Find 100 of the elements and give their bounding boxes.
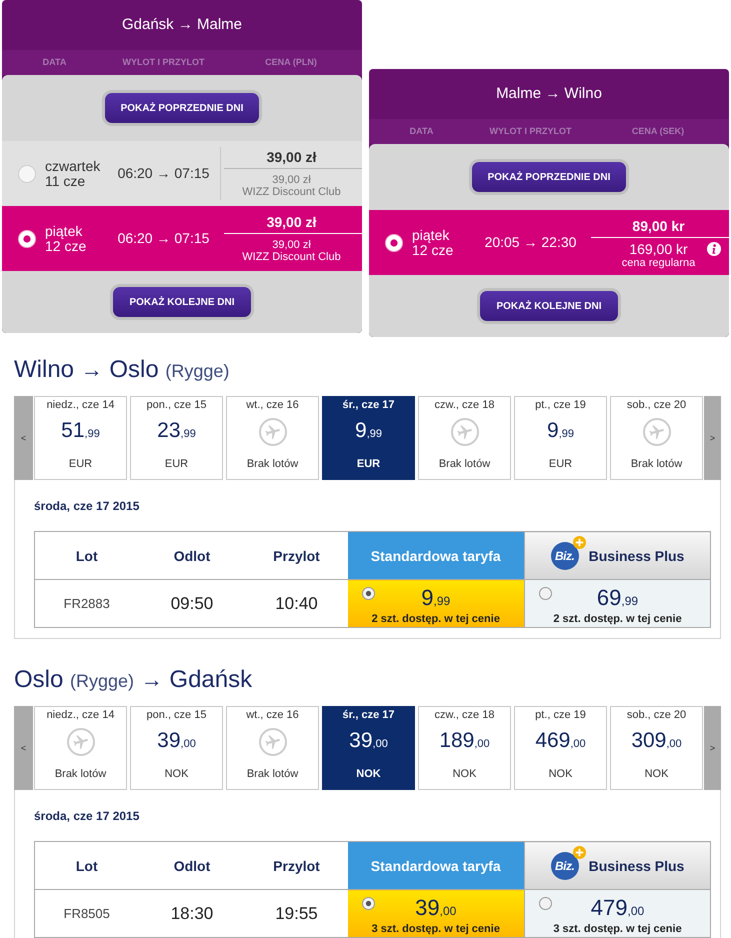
next-days-button[interactable]: POKAŻ KOLEJNE DNI [480,291,618,321]
no-flights-label: Brak lotów [246,767,298,781]
flight-times: 06:20 → 07:15 [118,165,210,182]
currency-label: EUR [164,457,188,471]
next-days-button[interactable]: POKAŻ KOLEJNE DNI [113,287,250,317]
day-card[interactable]: pt., cze 19 469,00 NOK [514,706,607,790]
radio-icon[interactable] [362,897,374,910]
day-date: 12 cze [45,238,86,254]
flight-times: 06:20 → 07:15 [118,230,210,247]
day-card[interactable]: pt., cze 19 9,99 EUR [514,396,607,480]
day-card[interactable]: pon., cze 15 39,00 NOK [130,706,223,790]
day-date: pt., cze 19 [535,708,586,722]
day-card[interactable]: czw., cze 18 Brak lotów [418,396,511,480]
previous-days-button[interactable]: POKAŻ POPRZEDNIE DNI [472,162,626,192]
day-price: 39,00 [157,728,196,754]
fare-cell[interactable]: 39,00 3 szt. dostęp. w tej cenie [348,890,524,938]
day-price: 189,00 [439,728,490,754]
route-title: Gdańsk → Malme [122,16,242,34]
day-card[interactable]: śr., cze 17 39,00 NOK [322,706,415,790]
day-price: 51,99 [61,418,100,444]
column-header: Odlot [138,842,246,890]
info-icon[interactable] [707,242,721,256]
no-flights-label: Brak lotów [246,457,298,471]
radio-icon[interactable] [362,587,374,600]
radio-icon[interactable] [18,164,36,182]
fare-cell[interactable]: 479,00 3 szt. dostęp. w tej cenie [524,890,710,938]
day-date: 12 cze [412,242,454,258]
fare-cell[interactable]: 9,99 2 szt. dostęp. w tej cenie [348,580,524,628]
flight-row[interactable]: piątek 12 cze 06:20 → 07:15 39,00 zł 39,00 zł WIZZ Discount Club [2,206,362,271]
column-header: CENA (PLN) [265,57,317,68]
day-card[interactable]: śr., cze 17 9,99 EUR [322,396,415,480]
day-card[interactable]: sob., cze 20 Brak lotów [610,396,703,480]
column-header: Lot [34,842,138,890]
column-header: Odlot [138,532,246,580]
column-header: Przylot [246,842,348,890]
arrival-time: 19:55 [246,890,348,938]
availability-note: 2 szt. dostęp. w tej cenie [552,613,683,625]
flight-number: FR8505 [34,890,138,938]
fare-column-label: Business Plus [588,858,684,874]
airplane-icon [258,418,286,446]
day-price: 9,99 [547,418,574,444]
no-flights-label: Brak lotów [438,457,490,471]
currency-label: NOK [548,767,572,781]
availability-note: 2 szt. dostęp. w tej cenie [370,613,501,625]
fare-cell[interactable]: 69,99 2 szt. dostęp. w tej cenie [524,580,710,628]
date-heading: środa, cze 17 2015 [34,498,140,514]
column-header: CENA (SEK) [632,126,684,137]
day-date: sob., cze 20 [626,708,686,722]
previous-week-button[interactable]: < [14,396,33,480]
day-date: 11 cze [45,174,86,188]
plus-badge-icon [572,846,586,858]
column-header: WYLOT I PRZYLOT [122,57,204,68]
day-price: 23,99 [157,418,196,444]
no-flights-label: Brak lotów [630,457,682,471]
day-date: śr., cze 17 [342,708,394,722]
currency-label: EUR [548,457,572,471]
fare-price: 39,00 zł [266,148,316,166]
route-title: Wilno → Oslo (Rygge) [14,356,230,385]
date-heading: środa, cze 17 2015 [34,808,140,824]
column-header: DATA [42,57,66,68]
arrival-time: 10:40 [246,580,348,628]
day-card[interactable]: czw., cze 18 189,00 NOK [418,706,511,790]
airplane-icon [258,728,286,756]
day-date: sob., cze 20 [626,398,686,412]
radio-icon[interactable] [18,230,36,248]
day-card[interactable]: wt., cze 16 Brak lotów [226,706,319,790]
day-name: piątek [412,228,450,242]
departure-time: 18:30 [138,890,246,938]
flight-times: 20:05 → 22:30 [484,234,576,251]
availability-note: 3 szt. dostęp. w tej cenie [552,923,683,935]
day-date: wt., cze 16 [246,708,299,722]
flight-row[interactable]: czwartek 11 cze 06:20 → 07:15 39,00 zł 39,00 zł WIZZ Discount Club [2,141,362,206]
day-price: 9,99 [355,418,382,444]
previous-days-button[interactable]: POKAŻ POPRZEDNIE DNI [104,93,260,123]
plus-badge-icon [572,536,586,548]
currency-label: NOK [356,767,381,781]
column-header: Lot [34,532,138,580]
fare-column-header: Standardowa taryfa [348,842,524,890]
day-card[interactable]: pon., cze 15 23,99 EUR [130,396,223,480]
day-card[interactable]: niedz., cze 14 51,99 EUR [34,396,127,480]
day-card[interactable]: niedz., cze 14 Brak lotów [34,706,127,790]
day-date: czw., cze 18 [434,708,494,722]
day-price: 309,00 [631,728,682,754]
radio-icon[interactable] [385,234,403,252]
day-card[interactable]: wt., cze 16 Brak lotów [226,396,319,480]
day-date: pon., cze 15 [146,398,206,412]
currency-label: NOK [644,767,668,781]
biz-logo: Biz. [550,852,579,880]
price-note: cena regularna [622,257,696,269]
radio-icon[interactable] [539,587,552,600]
day-name: piątek [45,224,84,238]
airplane-icon [450,418,478,446]
radio-icon[interactable] [539,897,552,910]
flight-row[interactable]: piątek 12 cze 20:05 → 22:30 89,00 kr 169,00 kr cena regularna [369,210,729,275]
fare-column-header: Standardowa taryfa [348,532,524,580]
previous-week-button[interactable]: < [14,706,33,790]
next-week-button[interactable]: > [704,706,721,790]
next-week-button[interactable]: > [704,396,721,480]
currency-label: EUR [356,457,380,471]
day-card[interactable]: sob., cze 20 309,00 NOK [610,706,703,790]
